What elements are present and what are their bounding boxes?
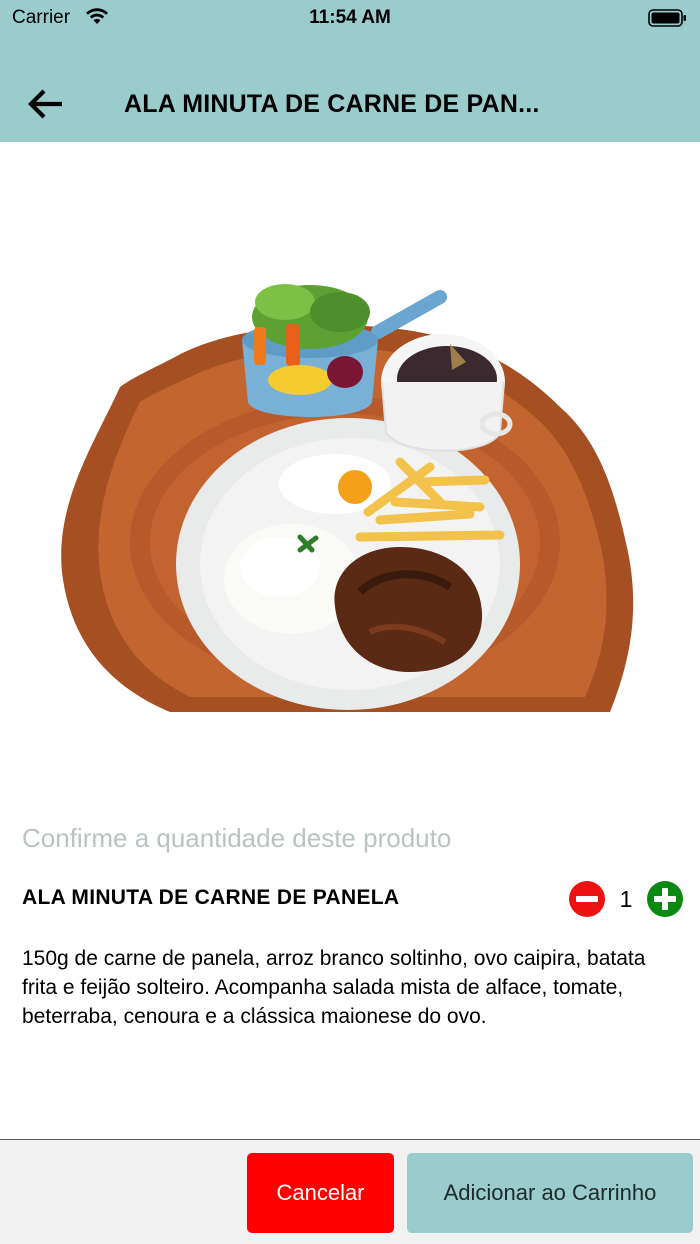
top-bar: Carrier 11:54 AM ALA MINUTA DE CARNE DE … [0, 0, 700, 142]
plus-circle-icon [647, 881, 683, 917]
product-description: 150g de carne de panela, arroz branco so… [22, 947, 646, 1028]
decrease-quantity-button[interactable] [568, 880, 606, 918]
status-bar: Carrier 11:54 AM [0, 0, 700, 36]
food-plate-image [0, 142, 700, 782]
action-footer: Cancelar Adicionar ao Carrinho [0, 1139, 700, 1244]
back-button[interactable] [22, 80, 70, 128]
increase-quantity-button[interactable] [646, 880, 684, 918]
status-time: 11:54 AM [309, 7, 391, 28]
product-name: ALA MINUTA DE CARNE DE PANELA [22, 886, 400, 909]
add-to-cart-button[interactable]: Adicionar ao Carrinho [407, 1153, 693, 1233]
quantity-value: 1 [619, 886, 633, 912]
quantity-stepper: 1 [568, 880, 686, 918]
battery-icon [648, 8, 688, 34]
arrow-left-icon [28, 89, 62, 119]
page-title: ALA MINUTA DE CARNE DE PAN... [124, 90, 540, 118]
minus-circle-icon [569, 881, 605, 917]
cancel-button[interactable]: Cancelar [247, 1153, 394, 1233]
quantity-prompt: Confirme a quantidade deste produto [22, 823, 452, 853]
